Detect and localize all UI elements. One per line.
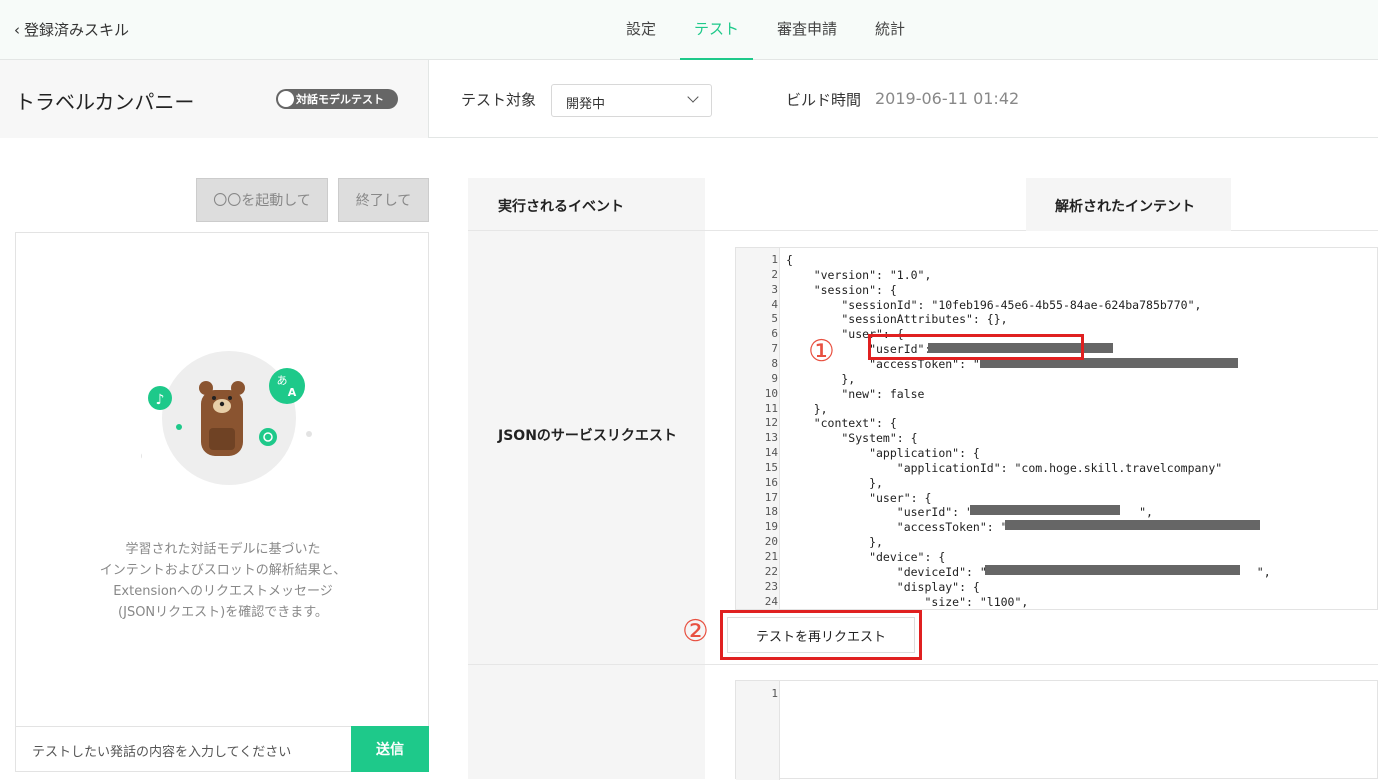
test-target-label: テスト対象 [461,91,537,109]
line-number: 1 [771,253,778,266]
tab-settings[interactable]: 設定 [612,0,670,60]
line-number: 4 [771,297,778,311]
code-line: "sessionId": "10feb196-45e6-4b55-84ae-62… [786,297,1202,312]
line-number: 12 [764,416,778,430]
line-number: 6 [771,327,778,341]
code-line: "session": { [786,282,897,297]
code-line: }, [786,401,828,416]
redacted-device-id [985,565,1240,575]
description-line: 学習された対話モデルに基づいた [125,542,321,557]
code-line: }, [786,535,883,550]
skill-name: トラベルカンパニー [15,90,195,114]
code-line: }, [786,475,883,490]
test-target-value: 開発中 [566,97,606,112]
launch-button[interactable]: 〇〇を起動して [196,178,328,222]
annotation-marker-1: ① [808,334,835,369]
code-line: "display": { [786,579,980,594]
line-number-gutter: 1 [736,681,780,780]
code-line: "accessToken": " [786,520,1008,535]
back-link-label: 登録済みスキル [24,21,130,39]
code-line: "context": { [786,416,897,431]
test-target-select[interactable]: 開発中 [551,84,712,117]
back-link[interactable]: ‹ 登録済みスキル [14,19,129,40]
code-line: "System": { [786,431,918,446]
line-number: 10 [764,386,778,400]
skill-panel: トラベルカンパニー 対話モデルテスト [0,60,429,138]
code-line: "version": "1.0", [786,267,932,282]
line-number: 16 [764,475,778,489]
end-button[interactable]: 終了して [338,178,429,222]
sub-header: トラベルカンパニー 対話モデルテスト テスト対象 開発中 ビルド時間 2019-… [0,60,1378,138]
tab-review[interactable]: 審査申請 [763,0,851,60]
highlight-box-rerequest [720,610,922,660]
chat-panel: ♪ あ A 学習された対話モデルに基づいた インテントおよびスロットの解析結果と… [15,232,429,772]
line-number: 23 [764,579,778,593]
label-column [468,178,705,779]
toggle-label: 対話モデルテスト [296,93,384,106]
code-line: "device": { [786,550,946,564]
code-line: "sessionAttributes": {}, [786,312,1008,327]
intent-column-header: 解析されたインテント [1055,199,1195,215]
line-number: 20 [764,535,778,549]
line-number: 7 [771,342,778,356]
build-time-label: ビルド時間 [786,91,862,109]
line-number: 5 [771,312,778,326]
redacted-system-user-id [970,505,1120,515]
line-number: 1 [771,687,778,700]
description-line: Extensionへのリクエストメッセージ [113,584,333,599]
line-number-gutter: 1 2 3 4 5 6 7 8 9 10 11 12 13 14 15 16 17 18 19 20 21 22 23 24 [736,248,780,609]
highlight-box-user-id [868,334,1084,360]
response-code-editor[interactable]: 1 [735,680,1378,780]
tab-bar: 設定 テスト 審査申請 統計 [612,0,929,60]
line-number: 3 [771,282,778,296]
line-number: 19 [764,520,778,534]
line-number: 24 [764,594,778,608]
svg-text:A: A [288,386,297,399]
row-divider [468,664,1378,665]
svg-text:♪: ♪ [156,392,165,408]
utterance-input[interactable]: テストしたい発話の内容を入力してください [16,726,351,772]
line-number: 22 [764,564,778,578]
code-line: "size": "l100", [786,594,1029,609]
build-time-value: 2019-06-11 01:42 [875,89,1020,108]
toggle-knob [278,91,294,107]
chat-description: 学習された対話モデルに基づいた インテントおよびスロットの解析結果と、 Exte… [16,539,430,623]
json-code-editor[interactable]: 1 2 3 4 5 6 7 8 9 10 11 12 13 14 15 16 17 18 19 20 21 22 23 24 … [735,247,1378,610]
top-nav: ‹ 登録済みスキル 設定 テスト 審査申請 統計 [0,0,1378,60]
line-number: 17 [764,490,778,504]
annotation-marker-2: ② [682,614,709,649]
line-number: 11 [764,401,778,415]
line-number: 8 [771,356,778,370]
line-number: 21 [764,550,778,563]
result-table-header: 実行されるイベント 解析されたインテント [468,178,1378,231]
chevron-left-icon: ‹ [14,20,20,39]
line-number: 13 [764,431,778,445]
json-request-label: JSONのサービスリクエスト [498,428,677,444]
chevron-down-icon [687,91,699,103]
code-line: "application": { [786,446,980,461]
bear-illustration: ♪ あ A [141,351,312,485]
line-number: 2 [771,267,778,281]
tab-test[interactable]: テスト [680,0,754,60]
dialog-model-test-toggle[interactable]: 対話モデルテスト [276,89,398,109]
code-line: }, [786,371,856,386]
code-line: { [786,253,793,267]
send-button[interactable]: 送信 [351,726,429,772]
line-number: 14 [764,446,778,460]
code-line: "user": { [786,490,932,505]
event-column-header: 実行されるイベント [498,199,624,215]
redacted-system-access-token [1005,520,1260,530]
line-number: 9 [771,371,778,385]
tab-stats[interactable]: 統計 [861,0,919,60]
line-number: 18 [764,505,778,519]
svg-text:あ: あ [277,374,288,387]
code-line: "applicationId": "com.hoge.skill.travelc… [786,460,1223,475]
description-line: インテントおよびスロットの解析結果と、 [99,563,347,578]
line-number: 15 [764,460,778,474]
description-line: (JSONリクエスト)を確認できます。 [118,605,328,620]
code-line: "new": false [786,386,925,401]
